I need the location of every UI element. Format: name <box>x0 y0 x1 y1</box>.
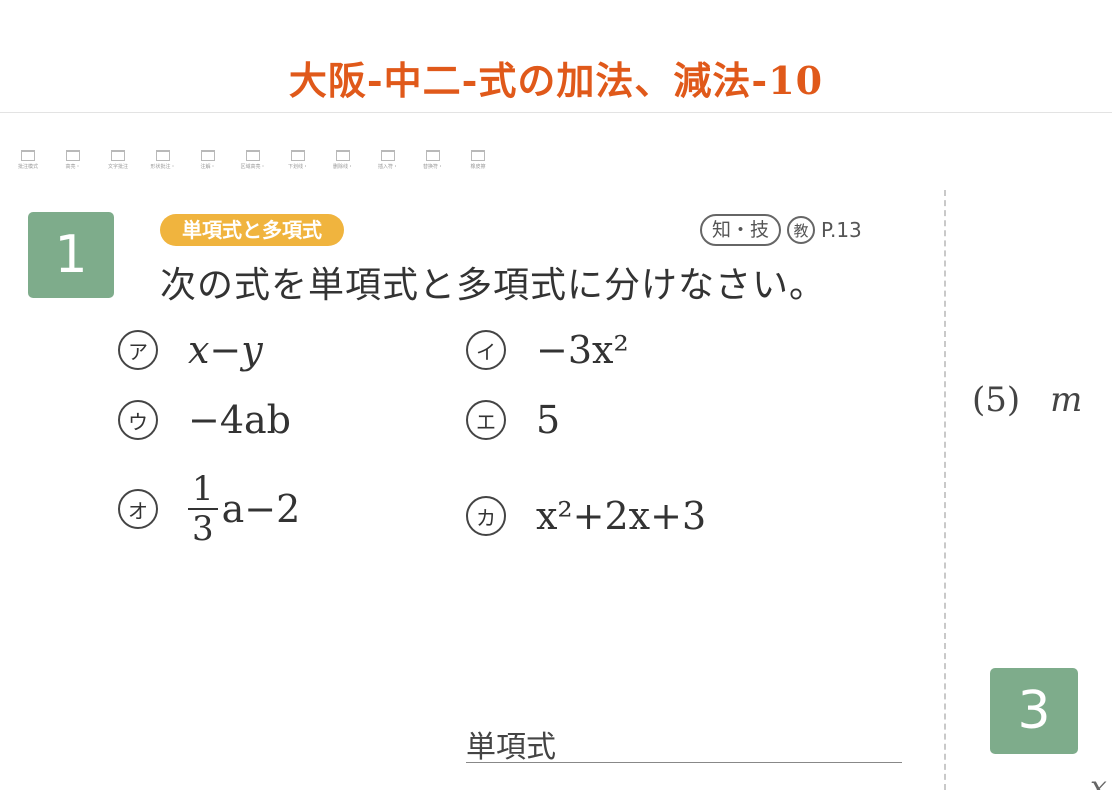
toolbar-label: 区域高亮・ <box>240 164 266 170</box>
option-i: イ −3x² <box>466 328 629 372</box>
option-o: オ 1 3 a−2 <box>118 470 300 548</box>
fraction: 1 3 <box>188 470 218 548</box>
shape-comment-icon <box>156 150 170 161</box>
header-divider <box>0 112 1112 113</box>
option-marker: エ <box>466 400 506 440</box>
option-e: エ 5 <box>466 398 560 442</box>
option-marker: カ <box>466 496 506 536</box>
question-number-badge: 1 <box>28 212 114 298</box>
comment-mode-icon <box>21 150 35 161</box>
toolbar-item-note[interactable]: 注解・ <box>190 150 226 182</box>
column-divider <box>944 190 946 790</box>
toolbar-item-comment-mode[interactable]: 批注模式 <box>10 150 46 182</box>
toolbar-label: 形状批注・ <box>150 164 176 170</box>
option-expression: 5 <box>536 398 561 442</box>
page-title: 大阪-中二-式の加法、減法-10 <box>288 58 824 103</box>
option-expression: −4ab <box>188 398 291 442</box>
highlight-icon <box>66 150 80 161</box>
right-text-fragment: x <box>1090 770 1107 790</box>
question-5-expression: m <box>1050 380 1083 420</box>
area-highlight-icon <box>246 150 260 161</box>
option-a: ア x−y <box>118 328 263 372</box>
toolbar-item-underline[interactable]: 下划线・ <box>280 150 316 182</box>
reference-tags: 知・技 教 P.13 <box>700 214 862 246</box>
page: 大阪-中二-式の加法、減法-10 批注模式 高亮・ 文字批注 形状批注・ 注解・… <box>0 0 1112 790</box>
answer-line <box>466 762 902 763</box>
right-question-5: (5) m <box>972 380 1082 420</box>
toolbar-label: 高亮・ <box>65 164 81 170</box>
answer-label-monomial: 単項式 <box>466 730 556 765</box>
toolbar-label: 删除线・ <box>332 164 353 170</box>
toolbar-item-insert[interactable]: 插入符・ <box>370 150 406 182</box>
skill-tag: 知・技 <box>700 214 782 246</box>
option-ka: カ x²+2x+3 <box>466 494 706 538</box>
annotation-toolbar: 批注模式 高亮・ 文字批注 形状批注・ 注解・ 区域高亮・ 下划线・ 删除线・ <box>10 150 496 182</box>
toolbar-item-eraser[interactable]: 橡皮擦 <box>460 150 496 182</box>
strikethrough-icon <box>336 150 350 161</box>
toolbar-label: 注解・ <box>200 164 216 170</box>
toolbar-item-replace[interactable]: 替换符・ <box>415 150 451 182</box>
note-icon <box>201 150 215 161</box>
option-marker: イ <box>466 330 506 370</box>
option-marker: オ <box>118 489 158 529</box>
toolbar-item-highlight[interactable]: 高亮・ <box>55 150 91 182</box>
question-5-label: (5) <box>972 380 1021 420</box>
question-text: 次の式を単項式と多項式に分けなさい。 <box>160 265 827 306</box>
replace-icon <box>426 150 440 161</box>
toolbar-item-strikethrough[interactable]: 删除线・ <box>325 150 361 182</box>
underline-icon <box>291 150 305 161</box>
question-number-badge-3: 3 <box>990 668 1078 754</box>
option-marker: ア <box>118 330 158 370</box>
option-expression: a−2 <box>221 487 301 531</box>
option-marker: ウ <box>118 400 158 440</box>
option-u: ウ −4ab <box>118 398 291 442</box>
fraction-denominator: 3 <box>192 509 214 549</box>
textbook-page: P.13 <box>821 218 862 242</box>
toolbar-label: 批注模式 <box>17 164 38 170</box>
option-expression: −3x² <box>536 328 629 372</box>
fraction-numerator: 1 <box>188 470 218 510</box>
insert-caret-icon <box>381 150 395 161</box>
toolbar-label: 替换符・ <box>422 164 443 170</box>
eraser-icon <box>471 150 485 161</box>
textbook-mark: 教 <box>787 216 816 244</box>
toolbar-item-text-comment[interactable]: 文字批注 <box>100 150 136 182</box>
option-expression: x²+2x+3 <box>536 494 707 538</box>
toolbar-label: 插入符・ <box>377 164 398 170</box>
toolbar-label: 文字批注 <box>107 164 128 170</box>
topic-label: 単項式と多項式 <box>160 214 344 246</box>
toolbar-item-shape-comment[interactable]: 形状批注・ <box>145 150 181 182</box>
text-comment-icon <box>111 150 125 161</box>
toolbar-item-area-highlight[interactable]: 区域高亮・ <box>235 150 271 182</box>
option-expression: x−y <box>188 328 263 372</box>
toolbar-label: 橡皮擦 <box>470 164 486 170</box>
toolbar-label: 下划线・ <box>287 164 308 170</box>
